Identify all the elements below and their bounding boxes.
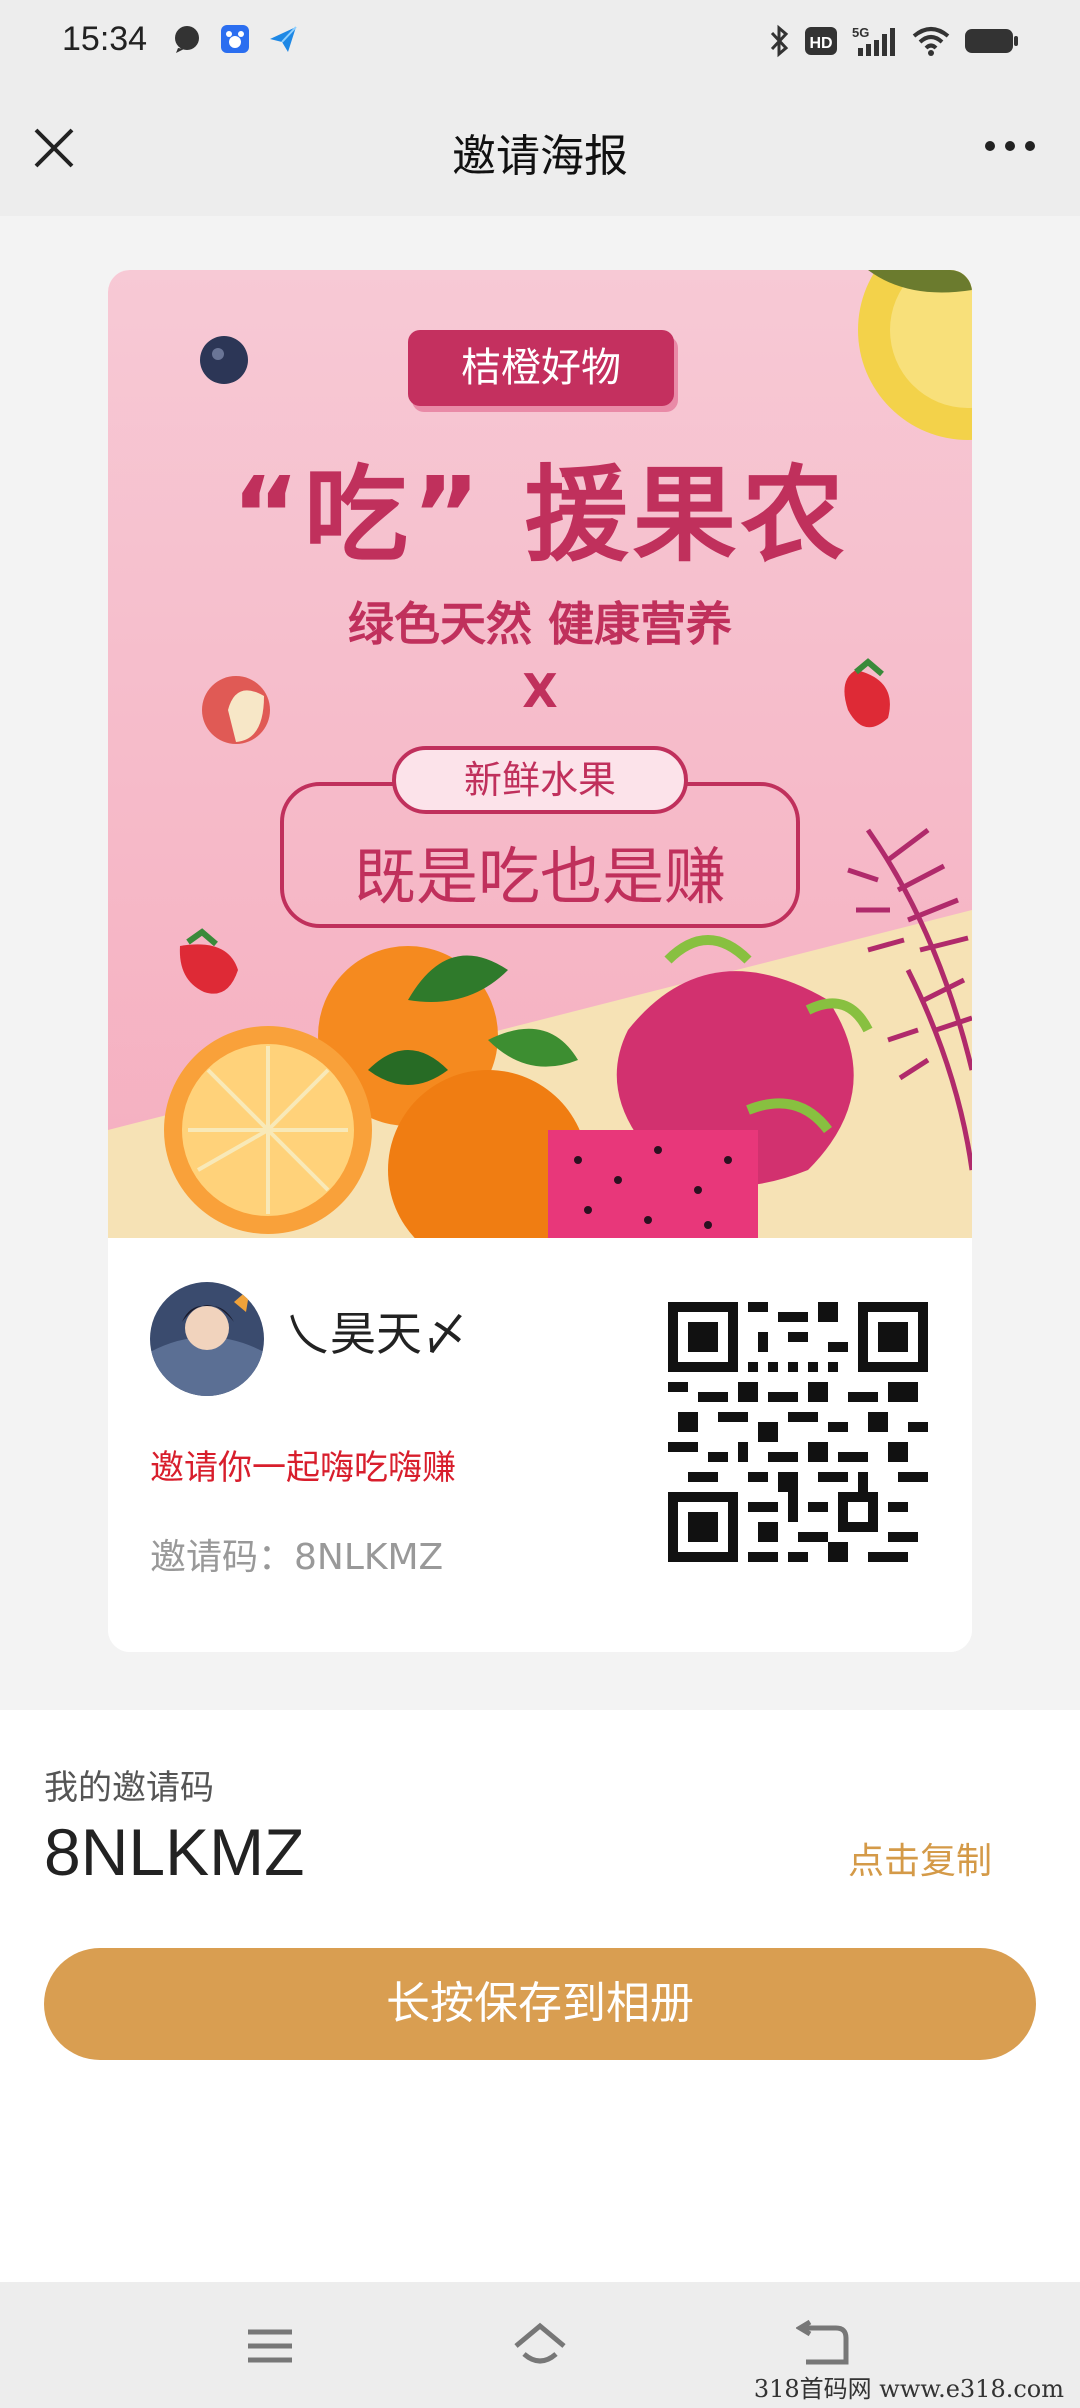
- menu-icon[interactable]: [242, 2318, 298, 2374]
- my-code-label: 我的邀请码: [44, 1768, 214, 1808]
- svg-text:HD: HD: [809, 35, 832, 52]
- system-nav-bar: 318首码网 www.e318.com: [0, 2282, 1080, 2408]
- bluetooth-icon: [770, 24, 789, 58]
- more-options-icon[interactable]: [980, 126, 1040, 166]
- status-time: 15:34: [62, 20, 148, 58]
- brand-badge: 桔橙好物: [408, 330, 674, 406]
- chat-bubble-icon: [175, 26, 199, 53]
- poster-headline: “吃” 援果农: [231, 454, 849, 576]
- send-app-icon: [270, 26, 297, 52]
- save-to-album-button[interactable]: 长按保存到相册: [44, 1948, 1036, 2060]
- hd-icon: HD: [805, 27, 837, 55]
- poster-user-card: 乀昊天〆 邀请你一起嗨吃嗨赚 邀请码：8NLKMZ: [108, 1238, 972, 1652]
- invite-poster[interactable]: 桔橙好物 “吃” 援果农 绿色天然 健康营养 X 新鲜水果 既是吃也是赚 乀昊天…: [108, 270, 972, 1652]
- poster-artwork: 桔橙好物 “吃” 援果农 绿色天然 健康营养 X 新鲜水果 既是吃也是赚: [108, 270, 972, 1270]
- battery-icon: [965, 29, 1018, 53]
- status-bar: 15:34 HD 5G: [0, 0, 1080, 82]
- wifi-icon: [912, 27, 950, 56]
- poster-subtitle: 绿色天然 健康营养: [347, 597, 732, 651]
- svg-text:5G: 5G: [852, 25, 869, 40]
- invite-message: 邀请你一起嗨吃嗨赚: [150, 1448, 456, 1488]
- poster-slogan: 既是吃也是赚: [353, 840, 726, 913]
- user-name: 乀昊天〆: [284, 1307, 468, 1361]
- avatar: [150, 1282, 264, 1396]
- watermark: 318首码网 www.e318.com: [753, 2375, 1064, 2403]
- system-status-icons: HD 5G: [768, 24, 1020, 58]
- paw-app-icon: [221, 25, 249, 53]
- invite-code-panel: 我的邀请码 8NLKMZ 点击复制 长按保存到相册: [0, 1710, 1080, 2282]
- invite-code-label: 邀请码：8NLKMZ: [150, 1537, 444, 1578]
- poster-pill-label: 新鲜水果: [392, 746, 688, 814]
- top-nav-bar: 邀请海报: [0, 82, 1080, 216]
- back-icon[interactable]: [796, 2318, 852, 2374]
- home-icon[interactable]: [512, 2318, 568, 2374]
- qr-code[interactable]: [668, 1302, 928, 1562]
- signal-5g-icon: 5G: [852, 25, 895, 56]
- my-code-value: 8NLKMZ: [44, 1815, 305, 1889]
- page-title: 邀请海报: [452, 131, 628, 182]
- copy-code-link[interactable]: 点击复制: [848, 1832, 992, 1884]
- notification-icons: [172, 24, 298, 54]
- poster-x-mark: X: [522, 664, 558, 718]
